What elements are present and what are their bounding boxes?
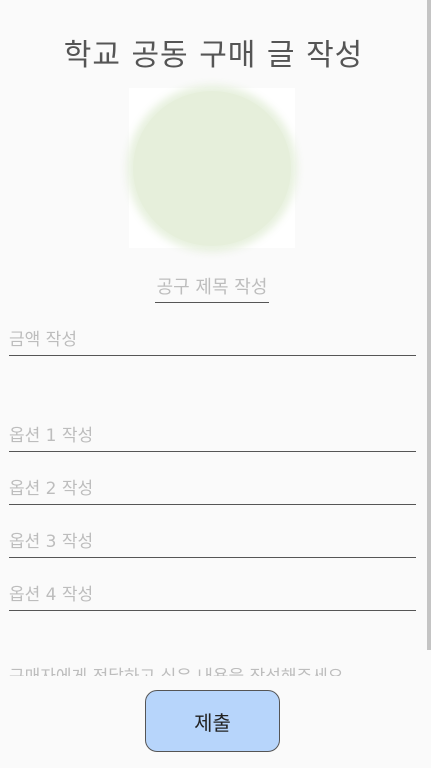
description-input[interactable]: 구매자에게 전달하고 싶은 내용을 작성해주세요 <box>9 662 409 676</box>
page-title: 학교 공동 구매 글 작성 <box>63 38 364 73</box>
write-post-screen: 학교 공동 구매 글 작성 구매자에게 전달하고 싶은 내용을 작성해주세요 제… <box>0 0 431 768</box>
option-2-input[interactable] <box>9 474 416 505</box>
option-3-input[interactable] <box>9 527 416 558</box>
image-placeholder-circle <box>133 91 291 246</box>
post-title-input[interactable] <box>155 272 269 303</box>
product-image-picker[interactable] <box>129 88 295 248</box>
scrollbar[interactable] <box>427 0 431 650</box>
price-input[interactable] <box>9 325 416 356</box>
option-4-input[interactable] <box>9 580 416 611</box>
submit-button[interactable]: 제출 <box>145 690 280 752</box>
description-placeholder: 구매자에게 전달하고 싶은 내용을 작성해주세요 <box>9 662 343 676</box>
option-1-input[interactable] <box>9 421 416 452</box>
